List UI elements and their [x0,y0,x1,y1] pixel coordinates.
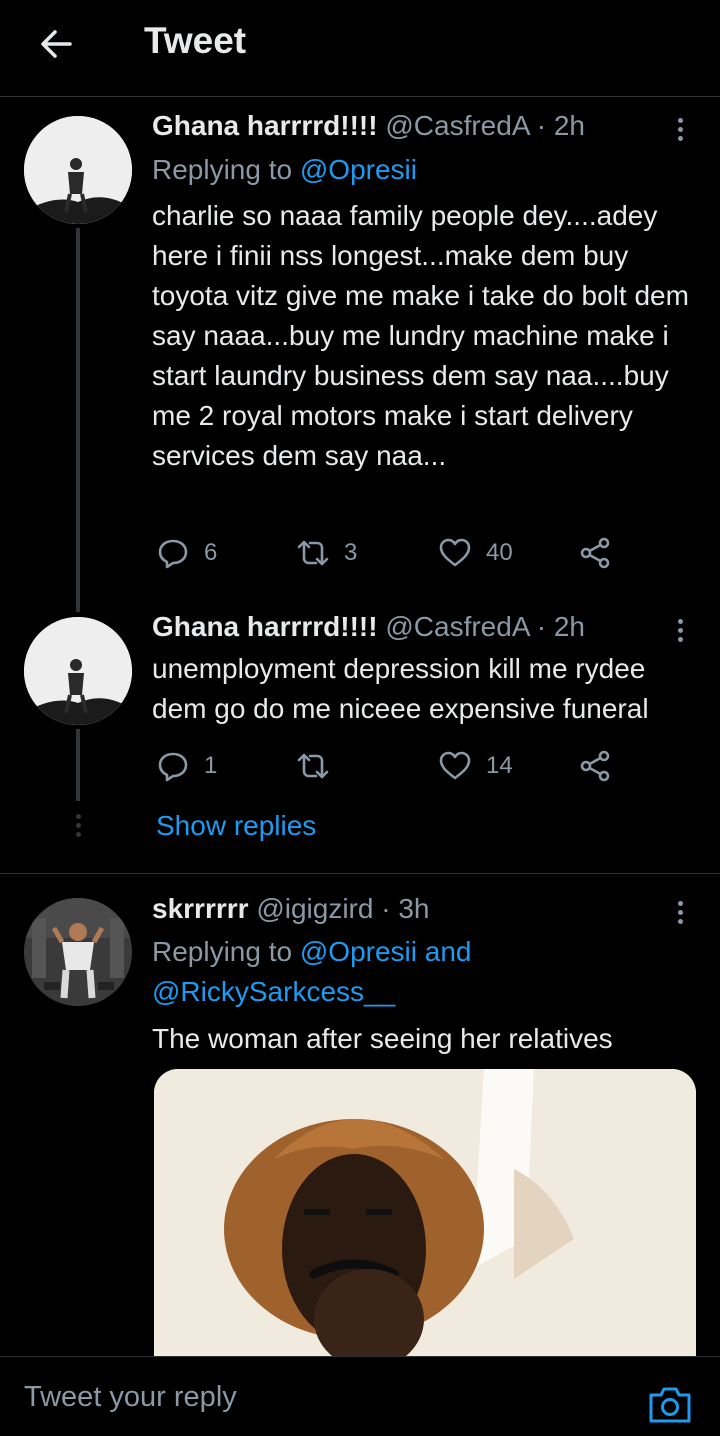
show-replies-link[interactable]: Show replies [156,810,316,842]
reply-count: 1 [204,752,218,779]
avatar-photo [24,898,132,1006]
author-name[interactable]: Ghana harrrrd!!!! [152,611,378,642]
tweet-meta: Ghana harrrrd!!!! @CasfredA · 2h [152,611,585,643]
media-photo [154,1069,696,1369]
retweet-button[interactable] [296,748,344,784]
avatar-photo [24,617,132,725]
author-handle[interactable]: @igigzird [256,893,373,924]
reply-icon [158,752,188,782]
avatar[interactable] [24,116,132,224]
author-name[interactable]: skrrrrrr [152,893,249,924]
replying-prefix: Replying to [152,154,293,185]
separator-dot: · [536,611,547,642]
reply-icon [158,539,188,569]
replying-to-link[interactable]: @Opresii [300,154,417,185]
reply-input[interactable]: Tweet your reply [24,1381,237,1414]
camera-icon[interactable] [648,1384,692,1424]
separator-dot: · [536,110,547,141]
heart-icon [439,751,471,780]
avatar-photo [24,116,132,224]
thread-line [76,228,80,612]
more-vertical-icon[interactable] [668,114,692,146]
timestamp[interactable]: 2h [554,110,585,141]
like-button[interactable]: 40 [438,535,513,571]
author-handle[interactable]: @CasfredA [385,110,529,141]
top-bar: Tweet [0,0,720,97]
share-button[interactable] [579,748,627,784]
retweet-count: 3 [344,539,358,566]
tweet-meta: skrrrrrr @igigzird · 3h [152,893,430,925]
author-name[interactable]: Ghana harrrrd!!!! [152,110,378,141]
replying-to: Replying to @Opresii [152,150,417,190]
retweet-button[interactable]: 3 [296,535,357,571]
tweet-meta: Ghana harrrrd!!!! @CasfredA · 2h [152,110,585,142]
thread-line [76,729,80,801]
share-button[interactable] [579,535,627,571]
thread-dots [74,814,82,837]
retweet-icon [297,540,329,566]
arrow-left-icon[interactable] [36,24,76,64]
tweet-text: The woman after seeing her relatives [152,1023,613,1054]
reply-button[interactable]: 6 [156,535,217,571]
share-icon [580,750,610,782]
avatar[interactable] [24,617,132,725]
reply-count: 6 [204,539,218,566]
author-handle[interactable]: @CasfredA [385,611,529,642]
page-title: Tweet [144,20,247,61]
reply-button[interactable]: 1 [156,748,217,784]
like-button[interactable]: 14 [438,748,513,784]
share-icon [580,537,610,569]
tweet-text: unemployment depression kill me rydee de… [152,653,649,724]
timestamp[interactable]: 2h [554,611,585,642]
tweet-text: charlie so naaa family people dey....ade… [152,200,689,471]
replying-prefix: Replying to [152,936,293,967]
separator-dot: · [381,893,391,924]
replying-to: Replying to @Opresii and @RickySarkcess_… [152,932,572,1012]
timestamp[interactable]: 3h [398,893,429,924]
like-count: 14 [486,752,513,779]
avatar[interactable] [24,898,132,1006]
heart-icon [439,538,471,567]
retweet-icon [297,753,329,779]
more-vertical-icon[interactable] [668,897,692,929]
more-vertical-icon[interactable] [668,615,692,647]
divider [0,873,720,874]
reply-composer[interactable]: Tweet your reply [0,1356,720,1436]
like-count: 40 [486,539,513,566]
tweet-media-image[interactable] [154,1069,696,1369]
